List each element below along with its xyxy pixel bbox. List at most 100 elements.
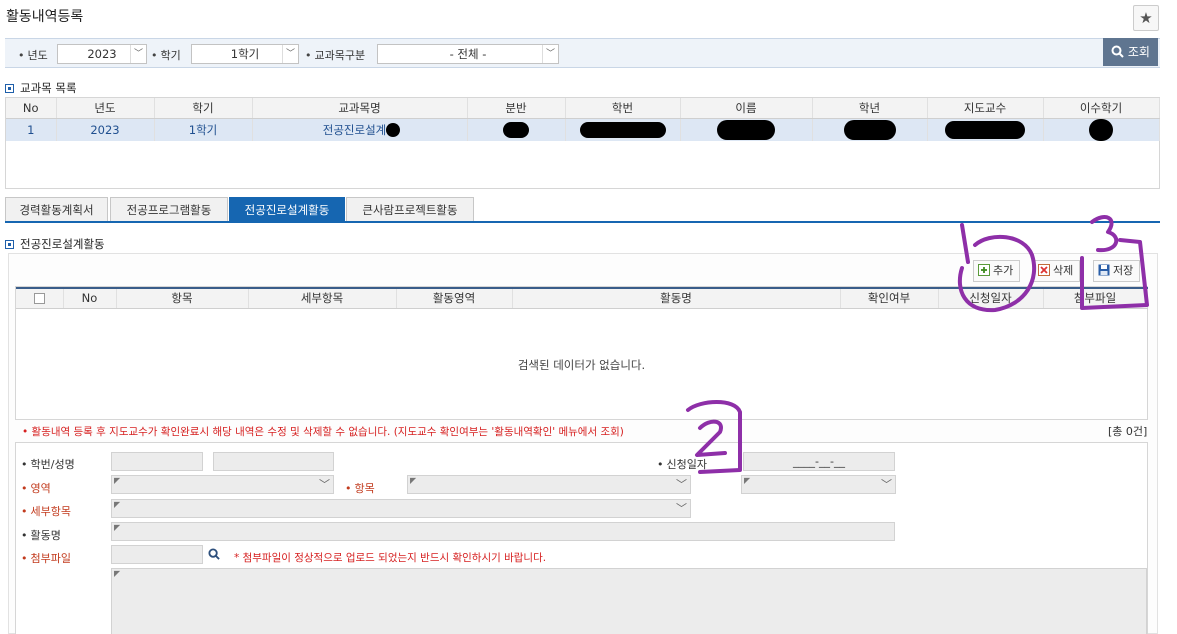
column-header[interactable]: 활동명 bbox=[512, 288, 841, 309]
activity-grid: No 항목 세부항목 활동영역 활동명 확인여부 신청일자 첨부파일 bbox=[15, 286, 1148, 420]
save-button[interactable]: 저장 bbox=[1093, 260, 1141, 282]
redaction-mark bbox=[579, 121, 666, 138]
cell-grade bbox=[812, 118, 928, 141]
tab-divider bbox=[5, 221, 1160, 223]
attach-label: • 첨부파일 bbox=[21, 552, 71, 565]
date-field[interactable]: ____-__-__ bbox=[743, 452, 895, 471]
course-grid: No 년도 학기 교과목명 분반 학번 이름 학년 지도교수 이수학기 1 20… bbox=[5, 97, 1160, 189]
redaction-mark bbox=[717, 119, 775, 140]
tab-career-plan[interactable]: 경력활동계획서 bbox=[5, 197, 108, 222]
cell-year: 2023 bbox=[56, 118, 155, 141]
page-title: 활동내역등록 bbox=[6, 9, 84, 25]
column-header[interactable]: No bbox=[6, 98, 57, 119]
attachment-area[interactable]: ◤ bbox=[111, 568, 1147, 634]
column-header[interactable]: 확인여부 bbox=[840, 288, 939, 309]
area-label: • 영역 bbox=[21, 482, 51, 495]
filter-bar: • 년도 2023 ﹀ • 학기 1학기 ﹀ • 교과목구분 - 전체 - ﹀ bbox=[5, 38, 1160, 68]
empty-message: 검색된 데이터가 없습니다. bbox=[517, 358, 646, 372]
section-square-icon bbox=[5, 84, 14, 93]
cell-term: 1학기 bbox=[154, 118, 253, 141]
column-header[interactable]: 지도교수 bbox=[927, 98, 1044, 119]
column-header[interactable]: 항목 bbox=[116, 288, 249, 309]
annotation-label-1: 1 bbox=[0, 0, 1, 1]
redaction-mark bbox=[385, 122, 400, 137]
annotation-label-3: 3 bbox=[0, 0, 1, 1]
column-header[interactable]: 분반 bbox=[467, 98, 566, 119]
attach-field[interactable] bbox=[111, 545, 203, 564]
chevron-down-icon: ﹀ bbox=[676, 502, 687, 515]
year-label: • 년도 bbox=[18, 49, 48, 62]
date-label: • 신청일자 bbox=[657, 458, 707, 471]
chevron-down-icon: ﹀ bbox=[282, 45, 298, 63]
total-count: [총 0건] bbox=[1108, 425, 1148, 438]
column-header[interactable]: 이름 bbox=[680, 98, 813, 119]
search-icon bbox=[1111, 45, 1124, 58]
activity-name-label: • 활동명 bbox=[21, 529, 61, 542]
student-label: • 학번/성명 bbox=[21, 458, 75, 471]
column-header[interactable]: No bbox=[63, 288, 117, 309]
term-label: • 학기 bbox=[151, 49, 181, 62]
column-header[interactable]: 활동영역 bbox=[396, 288, 513, 309]
redaction-mark bbox=[1089, 118, 1113, 141]
save-icon bbox=[1098, 264, 1110, 276]
favorite-star-icon[interactable]: ★ bbox=[1133, 5, 1159, 31]
redaction-mark bbox=[503, 121, 529, 138]
course-section-title: 교과목 목록 bbox=[5, 80, 77, 96]
section-square-icon bbox=[5, 240, 14, 249]
course-grid-header: No 년도 학기 교과목명 분반 학번 이름 학년 지도교수 이수학기 bbox=[6, 98, 1160, 119]
cell-class bbox=[467, 118, 566, 141]
tab-big-person-project[interactable]: 큰사람프로젝트활동 bbox=[346, 197, 474, 222]
chevron-down-icon: ﹀ bbox=[319, 478, 330, 491]
attach-search-icon[interactable] bbox=[205, 545, 223, 564]
category-select[interactable]: - 전체 - ﹀ bbox=[377, 44, 559, 64]
subitem-label: • 세부항목 bbox=[21, 505, 71, 518]
cell-advisor bbox=[927, 118, 1044, 141]
term-select[interactable]: 1학기 ﹀ bbox=[191, 44, 299, 64]
subitem-select[interactable]: ◤ ﹀ bbox=[111, 499, 691, 518]
column-header[interactable]: 교과목명 bbox=[252, 98, 468, 119]
area-select[interactable]: ◤ ﹀ bbox=[111, 475, 334, 494]
item-sub-select[interactable]: ◤ ﹀ bbox=[741, 475, 896, 494]
notice-text: • 활동내역 등록 후 지도교수가 확인완료시 해당 내역은 수정 및 삭제할 … bbox=[22, 426, 624, 438]
add-icon bbox=[978, 264, 990, 276]
tab-major-program[interactable]: 전공프로그램활동 bbox=[110, 197, 228, 222]
attach-note: * 첨부파일이 정상적으로 업로드 되었는지 반드시 확인하시기 바랍니다. bbox=[234, 552, 547, 564]
redaction-mark bbox=[945, 120, 1025, 139]
column-header[interactable]: 학년 bbox=[812, 98, 928, 119]
cell-no: 1 bbox=[6, 118, 57, 141]
cell-student-id bbox=[565, 118, 681, 141]
cell-name bbox=[680, 118, 813, 141]
delete-icon bbox=[1038, 264, 1050, 276]
column-header[interactable]: 년도 bbox=[56, 98, 155, 119]
delete-button[interactable]: 삭제 bbox=[1033, 260, 1081, 282]
student-name-field[interactable] bbox=[213, 452, 334, 471]
item-select[interactable]: ◤ ﹀ bbox=[407, 475, 691, 494]
column-header[interactable]: 학기 bbox=[154, 98, 253, 119]
activity-name-field[interactable]: ◤ bbox=[111, 522, 895, 541]
select-all-checkbox[interactable] bbox=[16, 288, 64, 309]
table-row[interactable]: 1 2023 1학기 전공진로설계 bbox=[6, 118, 1160, 141]
column-header[interactable]: 신청일자 bbox=[938, 288, 1044, 309]
annotation-label-2: 2 bbox=[0, 0, 1, 1]
activity-grid-header: No 항목 세부항목 활동영역 활동명 확인여부 신청일자 첨부파일 bbox=[16, 288, 1148, 309]
column-header[interactable]: 세부항목 bbox=[248, 288, 397, 309]
tab-major-career-design[interactable]: 전공진로설계활동 bbox=[229, 197, 345, 222]
cell-semester bbox=[1043, 118, 1160, 141]
item-label: • 항목 bbox=[345, 482, 375, 495]
chevron-down-icon: ﹀ bbox=[676, 478, 687, 491]
add-button[interactable]: 추가 bbox=[973, 260, 1021, 282]
column-header[interactable]: 학번 bbox=[565, 98, 681, 119]
category-label: • 교과목구분 bbox=[305, 49, 366, 62]
column-header[interactable]: 첨부파일 bbox=[1043, 288, 1148, 309]
column-header[interactable]: 이수학기 bbox=[1043, 98, 1160, 119]
chevron-down-icon: ﹀ bbox=[881, 478, 892, 491]
entry-form: • 학번/성명 • 신청일자 ____-__-__ • 영역 ◤ ﹀ • 항목 ◤ ﹀ ◤ ﹀… bbox=[15, 442, 1148, 634]
redaction-mark bbox=[843, 119, 896, 140]
cell-course-name: 전공진로설계 bbox=[252, 118, 468, 141]
chevron-down-icon: ﹀ bbox=[542, 45, 558, 63]
search-button[interactable]: 조회 bbox=[1103, 38, 1158, 66]
activity-section-title: 전공진로설계활동 bbox=[5, 236, 105, 252]
year-select[interactable]: 2023 ﹀ bbox=[57, 44, 147, 64]
chevron-down-icon: ﹀ bbox=[130, 45, 146, 63]
student-id-field[interactable] bbox=[111, 452, 203, 471]
